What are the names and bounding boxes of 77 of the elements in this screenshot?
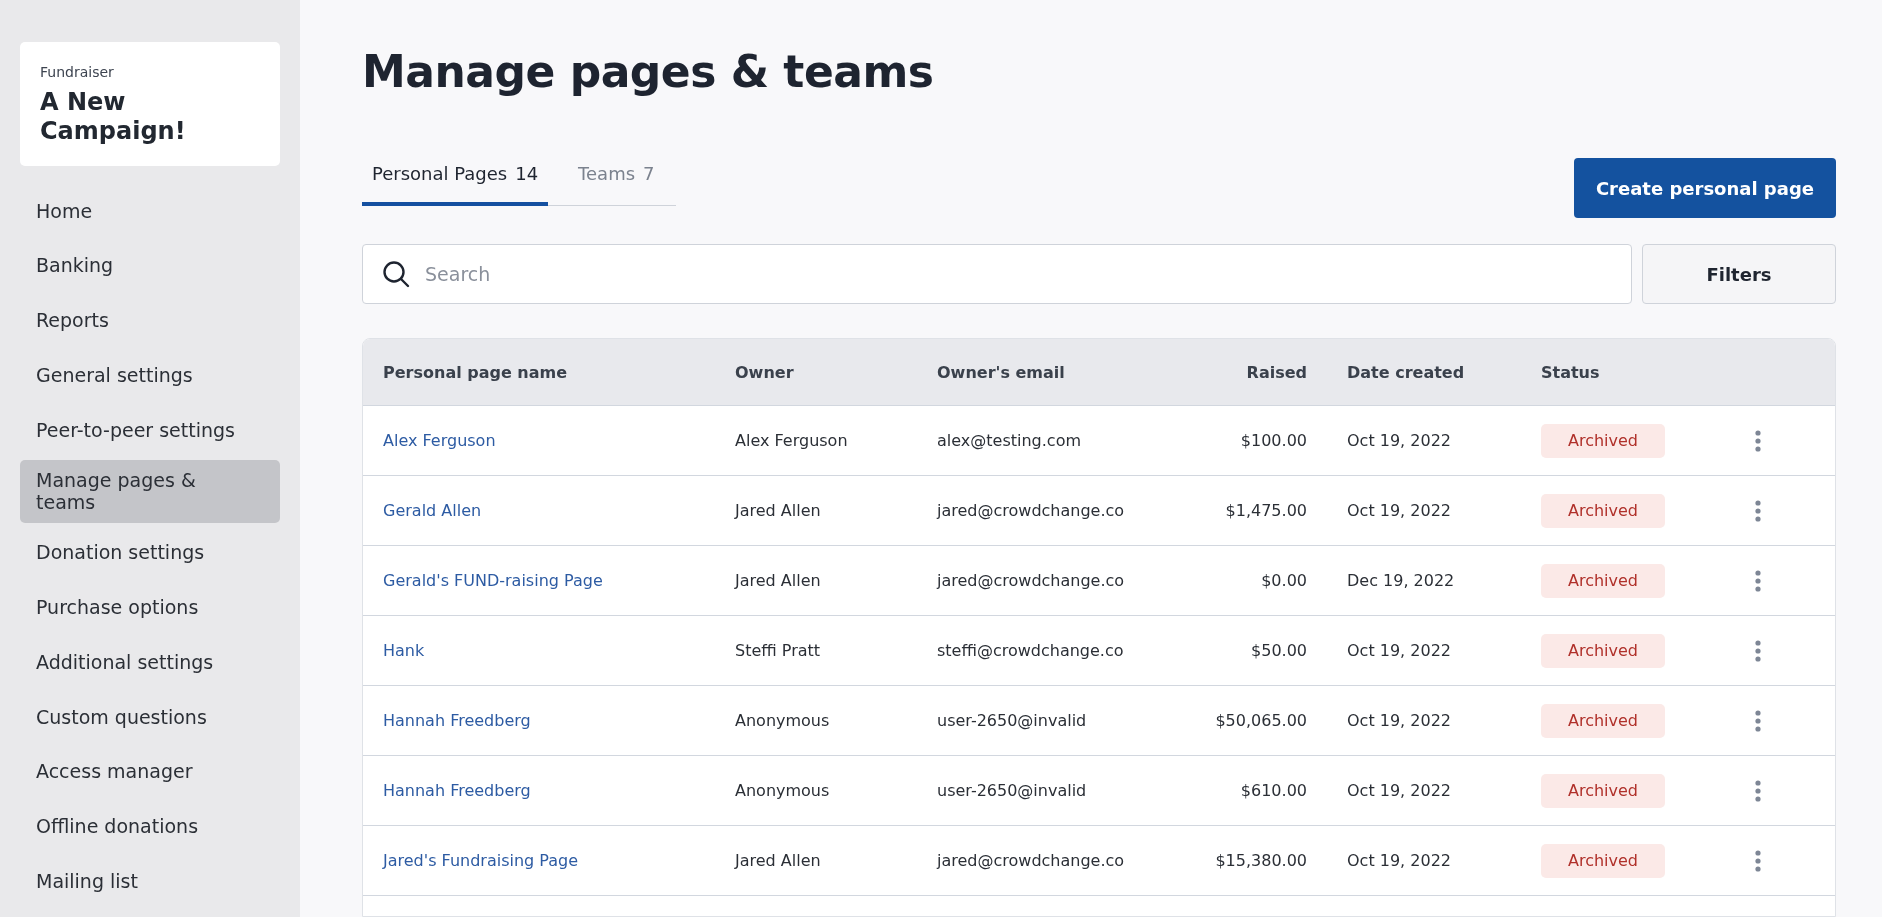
tab[interactable]: Teams 7 [568,153,665,206]
page-name-link[interactable]: Alex Ferguson [383,431,496,450]
more-options-icon [1755,779,1761,802]
table-cell-text: jared@crowdchange.co [937,501,1126,520]
tab[interactable]: Personal Pages 14 [362,153,549,206]
sidebar-item[interactable]: Peer-to-peer settings [20,402,280,458]
sidebar-item[interactable]: Custom questions [20,689,280,745]
table-cell-text: Oct 19, 2022 [1347,711,1452,730]
table-cell-text: Steffi Pratt [735,641,822,660]
table-cell-text: $50.00 [1250,641,1308,660]
table-cell-text: Alex Ferguson [735,431,849,450]
status-badge: Archived [1541,703,1665,738]
table-cell-text: Dec 19, 2022 [1347,571,1456,590]
table-cell-text: Anonymous [735,711,831,730]
sidebar-item[interactable]: Access manager [20,744,280,800]
table-cell-text: $50,065.00 [1214,711,1308,730]
table-cell-text: $0.00 [1260,571,1308,590]
more-options-icon [1755,499,1761,522]
table-cell-text: Jared Allen [735,851,822,870]
more-options-icon [1755,569,1761,592]
status-badge: Archived [1541,633,1665,668]
column-header: Date created [1347,362,1466,382]
table-cell-text: $610.00 [1239,781,1308,800]
table-cell-text: $15,380.00 [1214,851,1308,870]
page-name-link[interactable]: Hannah Freedberg [383,781,531,800]
status-badge: Archived [1541,493,1665,528]
table-cell-text: jared@crowdchange.co [937,571,1126,590]
table-cell-text: Oct 19, 2022 [1347,641,1452,660]
column-header: Status [1541,362,1601,382]
sidebar-item[interactable]: Reports [20,293,280,348]
status-badge: Archived [1541,843,1665,878]
page-name-link[interactable]: Jared's Fundraising Page [383,851,579,870]
column-header: Raised [1245,362,1308,382]
more-options-icon [1755,639,1761,662]
create-personal-page-button[interactable]: Create personal page [1573,158,1836,218]
table-cell-text: steffi@crowdchange.co [937,641,1125,660]
page-name-link[interactable]: Gerald's FUND-raising Page [383,571,603,590]
table-cell-text: Jared Allen [735,501,822,520]
column-header: Personal page name [383,362,569,382]
more-options-icon [1755,709,1761,732]
table-cell-text: Oct 19, 2022 [1347,431,1452,450]
table-cell-text: $100.00 [1239,431,1308,450]
sidebar-item[interactable]: Additional settings [20,634,280,690]
page-name-link[interactable]: Gerald Allen [383,501,482,520]
column-header: Owner [735,362,795,382]
sidebar-item[interactable]: Mailing list [20,853,280,909]
more-options-icon [1755,429,1761,452]
page-name-link[interactable]: Hannah Freedberg [383,711,531,730]
sidebar-item[interactable]: Purchase options [20,579,280,635]
filters-button[interactable]: Filters [1642,244,1836,304]
sidebar-item[interactable]: Manage pages & teams [20,459,280,524]
table-cell-text: Oct 19, 2022 [1347,501,1452,520]
page-name-link[interactable]: Hank [383,641,425,660]
status-badge: Archived [1541,423,1665,458]
search-icon [382,260,410,288]
sidebar-item[interactable]: Home [20,183,280,239]
table-cell-text: Jared Allen [735,571,822,590]
sidebar-item[interactable]: Donation settings [20,525,280,580]
table-cell-text: user-2650@invalid [937,781,1088,800]
table-cell-text: Oct 19, 2022 [1347,851,1452,870]
status-badge: Archived [1541,563,1665,598]
sidebar-item[interactable]: Offline donations [20,799,280,854]
column-header: Owner's email [937,362,1066,382]
table-cell-text: Oct 19, 2022 [1347,781,1452,800]
campaign-title: A New Campaign! [40,88,187,146]
table-cell-text: alex@testing.com [937,431,1082,450]
sidebar-item[interactable]: Banking [20,238,280,294]
table-cell-text: $1,475.00 [1224,501,1308,520]
fundraiser-label: Fundraiser [40,64,115,80]
table-cell-text: user-2650@invalid [937,711,1088,730]
sidebar-item[interactable]: General settings [20,348,280,403]
table-cell-text: jared@crowdchange.co [937,851,1126,870]
page-title: Manage pages & teams [362,46,935,97]
search-field[interactable]: Search [362,244,1632,304]
status-badge: Archived [1541,773,1665,808]
more-options-icon [1755,849,1761,872]
table-cell-text: Anonymous [735,781,831,800]
